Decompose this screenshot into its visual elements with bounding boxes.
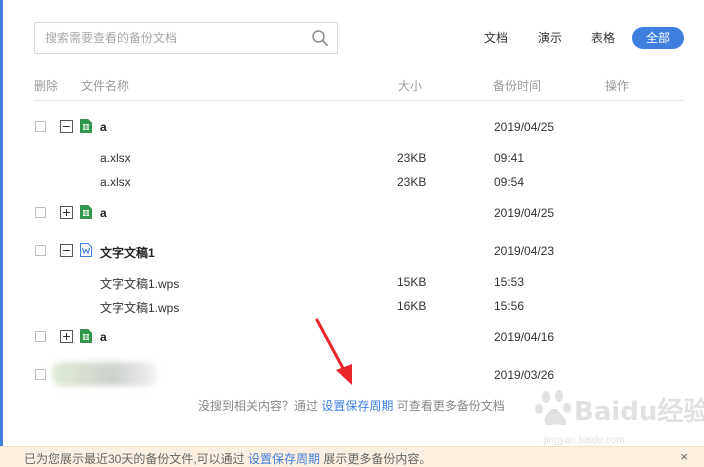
filter-tab-all[interactable]: 全部	[632, 27, 684, 49]
file-time: 15:53	[494, 275, 525, 289]
backup-group-row: a 2019/04/16	[0, 327, 704, 349]
file-size: 15KB	[397, 275, 427, 289]
spreadsheet-file-icon	[80, 329, 92, 343]
group-date: 2019/03/26	[494, 368, 555, 382]
file-time: 15:56	[494, 299, 525, 313]
file-name[interactable]: a.xlsx	[100, 175, 131, 189]
backup-group-row: a 2019/04/25	[0, 203, 704, 225]
file-name[interactable]: a.xlsx	[100, 151, 131, 165]
filter-tab-spreadsheets[interactable]: 表格	[591, 27, 615, 49]
collapse-icon[interactable]	[60, 120, 73, 133]
group-date: 2019/04/16	[494, 330, 555, 344]
notice-prefix: 已为您展示最近30天的备份文件,可以通过	[24, 452, 245, 466]
file-row[interactable]: 文字文稿1.wps 15KB 15:53	[0, 273, 704, 295]
file-row[interactable]: a.xlsx 23KB 09:54	[0, 173, 704, 195]
baidu-watermark: Baidu经验 jingyan.baidu.com	[530, 385, 704, 455]
row-checkbox[interactable]	[35, 369, 46, 380]
file-time: 09:54	[494, 175, 525, 189]
column-header-time: 备份时间	[493, 79, 542, 93]
blurred-group-name	[52, 362, 157, 386]
column-header-delete: 删除	[34, 79, 59, 93]
group-name: a	[100, 206, 107, 220]
expand-icon[interactable]	[60, 206, 73, 219]
group-date: 2019/04/25	[494, 120, 555, 134]
column-header-name: 文件名称	[81, 79, 130, 93]
column-header-action: 操作	[605, 79, 630, 93]
document-file-icon	[80, 243, 92, 257]
hint-suffix: 可查看更多备份文档	[396, 399, 505, 413]
collapse-icon[interactable]	[60, 244, 73, 257]
file-time: 09:41	[494, 151, 525, 165]
group-name: a	[100, 120, 107, 134]
table-header: 删除 文件名称 大小 备份时间 操作	[34, 77, 684, 101]
group-date: 2019/04/23	[494, 244, 555, 258]
watermark-brand: Baidu经验	[574, 397, 704, 427]
filter-tab-documents[interactable]: 文档	[484, 27, 508, 49]
group-name: a	[100, 330, 107, 344]
watermark-url: jingyan.baidu.com	[544, 435, 625, 446]
filter-tab-presentations[interactable]: 演示	[538, 27, 562, 49]
row-checkbox[interactable]	[35, 207, 46, 218]
search-input[interactable]	[45, 23, 305, 53]
set-retention-link[interactable]: 设置保存周期	[321, 399, 393, 413]
row-checkbox[interactable]	[35, 331, 46, 342]
file-name[interactable]: 文字文稿1.wps	[100, 275, 179, 292]
notice-bar: 已为您展示最近30天的备份文件,可以通过 设置保存周期 展示更多备份内容。 ×	[0, 446, 704, 467]
search-box[interactable]	[34, 22, 338, 54]
close-icon[interactable]: ×	[680, 449, 688, 464]
notice-set-retention-link[interactable]: 设置保存周期	[248, 452, 320, 466]
search-icon[interactable]	[311, 29, 329, 47]
paw-icon	[535, 390, 571, 426]
notice-text: 已为您展示最近30天的备份文件,可以通过 设置保存周期 展示更多备份内容。	[24, 450, 431, 467]
group-name: 文字文稿1	[100, 246, 155, 260]
row-checkbox[interactable]	[35, 121, 46, 132]
group-date: 2019/04/25	[494, 206, 555, 220]
file-row[interactable]: 文字文稿1.wps 16KB 15:56	[0, 297, 704, 319]
spreadsheet-file-icon	[80, 119, 92, 133]
backup-group-row: 文字文稿1 2019/04/23	[0, 241, 704, 263]
file-name[interactable]: 文字文稿1.wps	[100, 299, 179, 316]
window-left-border	[0, 0, 3, 467]
expand-icon[interactable]	[60, 330, 73, 343]
row-checkbox[interactable]	[35, 245, 46, 256]
file-size: 16KB	[397, 299, 427, 313]
file-row[interactable]: a.xlsx 23KB 09:41	[0, 149, 704, 171]
column-header-size: 大小	[398, 79, 423, 93]
file-size: 23KB	[397, 175, 427, 189]
notice-suffix: 展示更多备份内容。	[323, 452, 432, 466]
file-size: 23KB	[397, 151, 427, 165]
backup-group-row: a 2019/04/25	[0, 117, 704, 139]
no-result-hint: 没搜到相关内容？通过 设置保存周期 可查看更多备份文档	[198, 397, 505, 414]
hint-prefix: 没搜到相关内容？通过	[198, 399, 319, 413]
spreadsheet-file-icon	[80, 205, 92, 219]
